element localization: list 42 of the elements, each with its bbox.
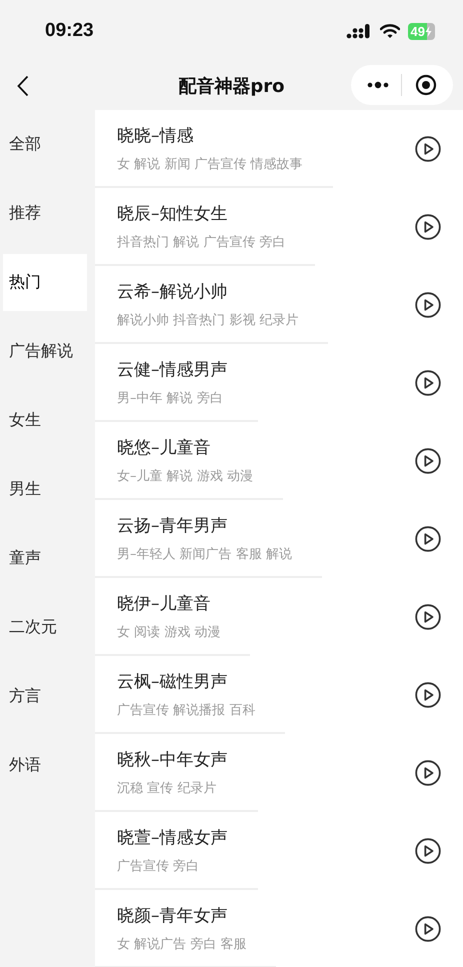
play-icon[interactable] [415,448,441,474]
play-icon[interactable] [415,682,441,708]
voice-tags: 抖音热门 解说 广告宣传 旁白 [117,232,286,250]
voice-name: 晓晓–情感 [117,124,194,146]
play-icon[interactable] [415,136,441,162]
voice-tags: 女 解说 新闻 广告宣传 情感故事 [117,154,303,172]
play-icon[interactable] [415,604,441,630]
battery-icon: 49 [408,22,435,40]
wifi-icon [380,24,400,38]
voice-name: 晓伊–儿童音 [117,592,212,614]
voice-tags: 解说小帅 抖音热门 影视 纪录片 [117,310,298,328]
more-icon[interactable] [367,81,390,89]
status-time: 09:23 [45,20,94,42]
voice-tags: 男–中年 解说 旁白 [117,388,228,406]
play-icon[interactable] [415,370,441,396]
back-icon[interactable] [17,75,29,97]
voice-name: 晓萱–情感女声 [117,826,228,848]
signal-icon [346,23,372,39]
voice-name: 云健–情感男声 [117,358,228,380]
play-icon[interactable] [415,760,441,786]
voice-name: 晓辰–知性女生 [117,202,228,224]
target-icon[interactable] [414,74,437,96]
voice-name: 云希–解说小帅 [117,280,228,302]
category-tab[interactable]: 热门 [3,254,87,311]
play-icon[interactable] [415,292,441,318]
play-icon[interactable] [415,214,441,240]
play-icon[interactable] [415,526,441,552]
play-icon[interactable] [415,838,441,864]
voice-tags: 女–儿童 解说 游戏 动漫 [117,466,253,484]
voice-tags: 男–年轻人 新闻广告 客服 解说 [117,544,292,562]
voice-name: 云枫–磁性男声 [117,670,228,692]
voice-name: 晓颜–青年女声 [117,904,228,926]
voice-name: 晓秋–中年女声 [117,748,228,770]
page-title: 配音神器pro [178,75,285,98]
voice-name: 晓悠–儿童音 [117,436,212,458]
voice-name: 云扬–青年男声 [117,514,228,536]
voice-tags: 广告宣传 旁白 [117,856,228,874]
voice-tags: 女 阅读 游戏 动漫 [117,622,220,640]
voice-tags: 沉稳 宣传 纪录片 [117,778,228,796]
voice-tags: 女 解说广告 旁白 客服 [117,934,246,952]
voice-tags: 广告宣传 解说播报 百科 [117,700,256,718]
play-icon[interactable] [415,916,441,942]
